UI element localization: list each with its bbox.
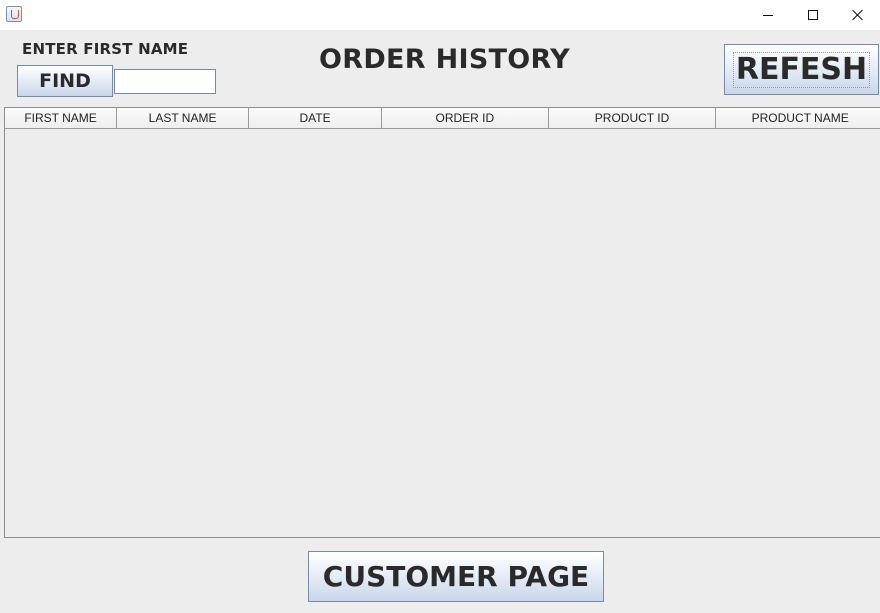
column-header-last-name[interactable]: LAST NAME <box>117 108 250 129</box>
order-history-table[interactable]: FIRST NAME LAST NAME DATE ORDER ID PRODU… <box>4 107 880 538</box>
maximize-icon <box>808 10 818 20</box>
table-header: FIRST NAME LAST NAME DATE ORDER ID PRODU… <box>5 108 880 129</box>
first-name-label: ENTER FIRST NAME <box>22 40 189 58</box>
column-header-product-name[interactable]: PRODUCT NAME <box>716 108 880 129</box>
column-header-first-name[interactable]: FIRST NAME <box>5 108 118 129</box>
minimize-icon <box>763 14 773 16</box>
window-titlebar[interactable] <box>0 0 880 30</box>
refresh-button[interactable]: REFESH <box>724 44 879 95</box>
find-button[interactable]: FIND <box>17 65 113 97</box>
customer-page-button[interactable]: CUSTOMER PAGE <box>308 551 604 602</box>
column-header-order-id[interactable]: ORDER ID <box>382 108 549 129</box>
column-header-product-id[interactable]: PRODUCT ID <box>548 108 717 129</box>
table-body[interactable] <box>5 129 880 537</box>
java-app-icon <box>6 6 22 22</box>
close-icon <box>852 9 864 21</box>
first-name-input[interactable] <box>114 69 216 94</box>
page-title: ORDER HISTORY <box>319 44 571 75</box>
minimize-button[interactable] <box>745 0 791 30</box>
maximize-button[interactable] <box>790 0 836 30</box>
refresh-button-label: REFESH <box>732 51 871 88</box>
close-button[interactable] <box>835 0 880 30</box>
column-header-date[interactable]: DATE <box>249 108 382 129</box>
